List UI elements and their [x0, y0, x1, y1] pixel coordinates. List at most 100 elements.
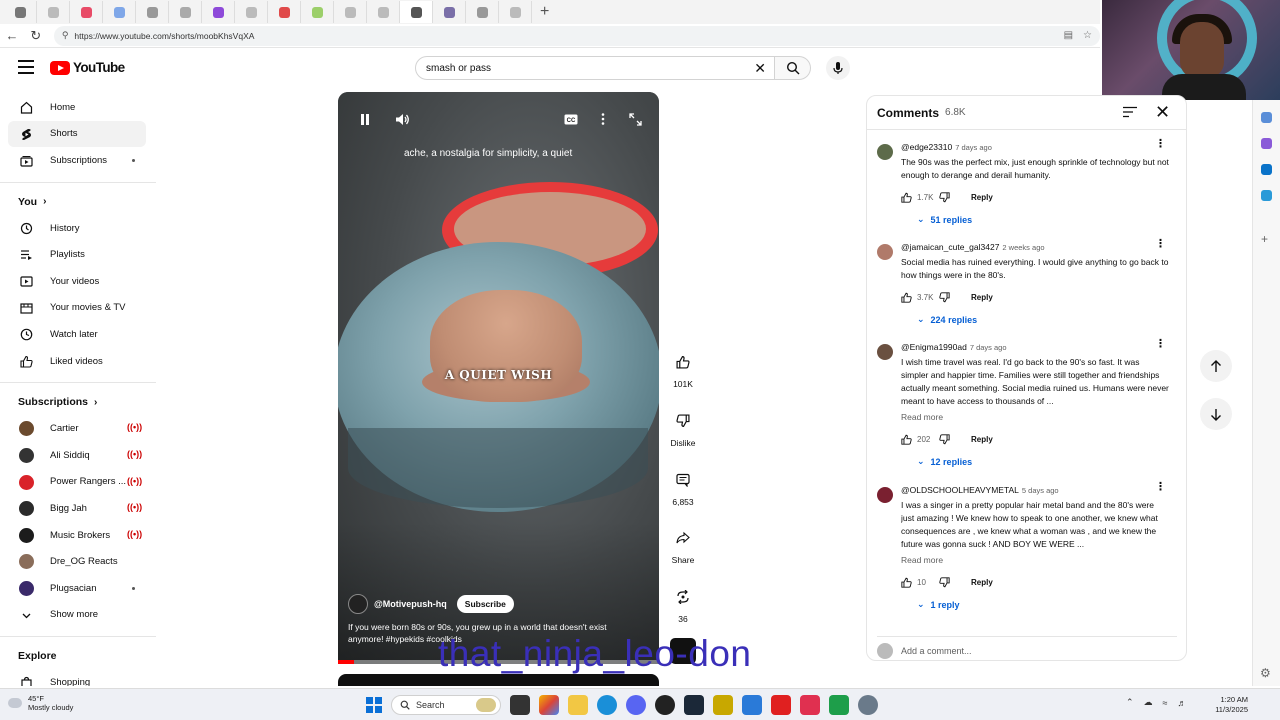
volume-button[interactable] [393, 110, 411, 128]
view-replies-button[interactable]: ⌄ 12 replies [917, 456, 972, 467]
sidebar-item-shopping[interactable]: Shopping [0, 669, 156, 686]
channel-avatar[interactable] [348, 594, 368, 614]
comment-dislike-icon[interactable] [939, 192, 951, 203]
comment-author[interactable]: @Enigma1990ad [901, 342, 967, 352]
app-icon[interactable] [713, 695, 733, 715]
comment-author[interactable]: @edge23310 [901, 142, 952, 152]
discord-icon[interactable] [626, 695, 646, 715]
comment-like-icon[interactable] [901, 434, 913, 445]
comment-more-icon[interactable]: ⋮ [1155, 139, 1166, 150]
reload-icon[interactable]: ↻ [24, 28, 48, 44]
view-replies-button[interactable]: ⌄ 51 replies [917, 214, 972, 225]
side-panel-send-icon[interactable] [1261, 190, 1272, 201]
sidebar-channel-dre-og-reacts[interactable]: Dre_OG Reacts [0, 548, 156, 575]
comment-reply-button[interactable]: Reply [971, 293, 993, 302]
view-replies-button[interactable]: ⌄ 1 reply [917, 599, 960, 610]
comment-dislike-icon[interactable] [939, 292, 951, 303]
sidebar-show-more[interactable]: Show more [0, 602, 156, 629]
sidebar-item-your-videos[interactable]: Your videos [0, 268, 156, 295]
browser-tab[interactable] [4, 1, 37, 23]
browser-tab[interactable] [37, 1, 70, 23]
next-short-button[interactable] [1200, 398, 1232, 430]
sidebar-channel-ali-siddiq[interactable]: Ali Siddiq ((•)) [0, 442, 156, 469]
view-replies-button[interactable]: ⌄ 224 replies [917, 314, 977, 325]
sidebar-item-subscriptions[interactable]: Subscriptions [0, 147, 156, 174]
comment-like-icon[interactable] [901, 577, 913, 588]
comment-reply-button[interactable]: Reply [971, 193, 993, 202]
browser-tab[interactable] [202, 1, 235, 23]
edge-browser-icon[interactable] [597, 695, 617, 715]
browser-tab[interactable] [466, 1, 499, 23]
pause-button[interactable] [356, 110, 374, 128]
more-options-button[interactable] [594, 110, 612, 128]
comment-dislike-icon[interactable] [939, 577, 951, 588]
sidebar-item-your-movies[interactable]: Your movies & TV [0, 295, 156, 322]
browser-tab[interactable] [136, 1, 169, 23]
read-more-button[interactable]: Read more [901, 412, 943, 422]
sidebar-channel-music-brokers[interactable]: Music Brokers ((•)) [0, 522, 156, 549]
sidebar-you-heading[interactable]: You › [0, 189, 156, 215]
new-tab-icon[interactable]: + [540, 3, 549, 21]
back-icon[interactable]: ← [0, 28, 24, 43]
menu-icon[interactable] [18, 60, 34, 74]
comment-dislike-icon[interactable] [939, 434, 951, 445]
sidebar-channel-plugsacian[interactable]: Plugsacian [0, 575, 156, 602]
fullscreen-button[interactable] [626, 110, 644, 128]
side-panel-search-icon[interactable] [1261, 112, 1272, 123]
search-button[interactable] [775, 56, 811, 80]
obs-icon[interactable] [655, 695, 675, 715]
captions-button[interactable]: CC [562, 110, 580, 128]
weather-widget[interactable]: 45°F Mostly cloudy [8, 694, 73, 712]
browser-tab[interactable] [499, 1, 532, 23]
comment-more-icon[interactable]: ⋮ [1155, 339, 1166, 350]
favorite-star-icon[interactable]: ☆ [1083, 30, 1092, 41]
youtube-logo[interactable]: YouTube [50, 60, 125, 75]
comments-button[interactable]: 6,853 [666, 465, 700, 507]
windows-start-icon[interactable] [366, 697, 382, 713]
read-more-button[interactable]: Read more [901, 555, 943, 565]
browser-tab[interactable] [367, 1, 400, 23]
tray-cloud-icon[interactable]: ☁ [1144, 697, 1153, 708]
sidebar-item-history[interactable]: History [0, 215, 156, 242]
add-comment-field[interactable]: Add a comment... [877, 636, 1177, 659]
task-view-icon[interactable] [510, 695, 530, 715]
steam-icon[interactable] [684, 695, 704, 715]
sidebar-channel-bigg-jah[interactable]: Bigg Jah ((•)) [0, 495, 156, 522]
browser-tab[interactable] [334, 1, 367, 23]
side-panel-add-icon[interactable]: + [1261, 232, 1268, 246]
calculator-icon[interactable] [742, 695, 762, 715]
comment-reply-button[interactable]: Reply [971, 578, 993, 587]
sort-icon[interactable] [1123, 106, 1137, 118]
url-field[interactable]: ⚲ https://www.youtube.com/shorts/moobKhs… [53, 25, 1100, 46]
close-comments-icon[interactable]: ✕ [1155, 102, 1170, 123]
comment-avatar[interactable] [877, 144, 893, 160]
remix-button[interactable]: 36 [666, 582, 700, 624]
search-input[interactable]: smash or pass ✕ [415, 56, 775, 80]
sidebar-item-playlists[interactable]: Playlists [0, 241, 156, 268]
comment-like-icon[interactable] [901, 192, 913, 203]
voice-search-button[interactable] [826, 56, 850, 80]
tray-wifi-icon[interactable]: ≈ [1163, 698, 1168, 708]
comment-author[interactable]: @OLDSCHOOLHEAVYMETAL [901, 485, 1019, 495]
reader-mode-icon[interactable]: ▤ [1064, 30, 1073, 41]
comment-like-icon[interactable] [901, 292, 913, 303]
browser-tab[interactable] [235, 1, 268, 23]
sidebar-channel-cartier[interactable]: Cartier ((•)) [0, 415, 156, 442]
shorts-video-player[interactable]: CC ache, a nostalgia for simplicity, a q… [338, 92, 659, 664]
channel-name[interactable]: @Motivepush-hq [374, 599, 447, 609]
share-button[interactable]: Share [666, 523, 700, 565]
comment-reply-button[interactable]: Reply [971, 435, 993, 444]
next-short-preview[interactable] [338, 674, 659, 686]
settings-icon[interactable] [858, 695, 878, 715]
sidebar-item-home[interactable]: Home [0, 94, 156, 121]
capcut-icon[interactable] [800, 695, 820, 715]
sidebar-channel-power-rangers[interactable]: Power Rangers ... ((•)) [0, 469, 156, 496]
side-panel-outlook-icon[interactable] [1261, 164, 1272, 175]
browser-tab[interactable] [433, 1, 466, 23]
browser-tab[interactable] [103, 1, 136, 23]
tray-chevron-up-icon[interactable]: ⌃ [1126, 697, 1134, 708]
dislike-button[interactable]: Dislike [666, 406, 700, 448]
side-panel-settings-icon[interactable]: ⚙ [1260, 666, 1271, 680]
browser-tab[interactable] [169, 1, 202, 23]
sidebar-item-shorts[interactable]: Shorts [8, 120, 146, 148]
